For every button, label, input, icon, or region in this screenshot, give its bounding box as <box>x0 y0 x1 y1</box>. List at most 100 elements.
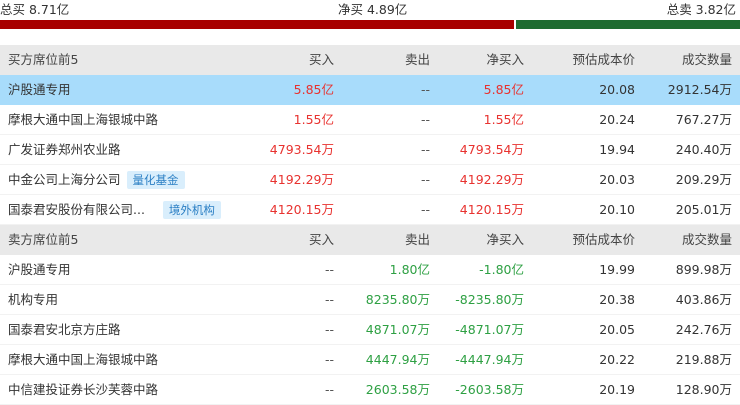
total-buy-label: 总买 8.71亿 <box>0 2 70 17</box>
buy-table-header: 买方席位前5 买入 卖出 净买入 预估成本价 成交数量 <box>0 45 740 75</box>
estimated-cost: 20.08 <box>599 82 635 97</box>
total-sell-label: 总卖 3.82亿 <box>666 2 736 17</box>
sell-amount: -- <box>420 112 430 127</box>
sell-header-name: 卖方席位前5 <box>8 232 79 247</box>
sell-seat-row[interactable]: 摩根大通中国上海银城中路 -- 4447.94万 -4447.94万 20.22 219.… <box>0 345 740 375</box>
trade-volume: 205.01万 <box>675 202 732 217</box>
sell-amount: -- <box>420 202 430 217</box>
net-amount: 4120.15万 <box>459 202 524 217</box>
buy-header-cost: 预估成本价 <box>572 52 635 67</box>
seat-name-cell: 机构专用 <box>8 285 58 315</box>
sell-seats-table: 卖方席位前5 买入 卖出 净买入 预估成本价 成交数量 沪股通专用 -- 1.80亿… <box>0 225 740 405</box>
estimated-cost: 20.05 <box>599 322 635 337</box>
seat-name-cell: 中金公司上海分公司 量化基金 <box>8 165 185 195</box>
sell-amount: -- <box>420 142 430 157</box>
net-amount: -4447.94万 <box>455 352 524 367</box>
seat-name-cell: 摩根大通中国上海银城中路 <box>8 105 158 135</box>
buy-amount: -- <box>324 262 334 277</box>
seat-name-cell: 中信建投证券长沙芙蓉中路 <box>8 375 158 405</box>
sell-amount: 2603.58万 <box>365 382 430 397</box>
net-buy-label: 净买 4.89亿 <box>338 2 408 17</box>
seat-name-cell: 沪股通专用 <box>8 255 71 285</box>
estimated-cost: 20.19 <box>599 382 635 397</box>
sell-seat-row[interactable]: 沪股通专用 -- 1.80亿 -1.80亿 19.99 899.98万 <box>0 255 740 285</box>
trade-volume: 209.29万 <box>675 172 732 187</box>
estimated-cost: 20.03 <box>599 172 635 187</box>
sell-amount: 4447.94万 <box>365 352 430 367</box>
estimated-cost: 20.38 <box>599 292 635 307</box>
buy-seat-row[interactable]: 国泰君安股份有限公司... 境外机构 4120.15万 -- 4120.15万 20.10… <box>0 195 740 225</box>
sell-seat-row[interactable]: 机构专用 -- 8235.80万 -8235.80万 20.38 403.86万 <box>0 285 740 315</box>
seat-name-cell: 沪股通专用 <box>8 75 71 105</box>
trade-volume: 240.40万 <box>675 142 732 157</box>
buy-amount: -- <box>324 352 334 367</box>
seat-name: 沪股通专用 <box>8 82 71 97</box>
sell-amount: 4871.07万 <box>365 322 430 337</box>
buy-amount: 4793.54万 <box>269 142 334 157</box>
sell-seat-row[interactable]: 国泰君安北京方庄路 -- 4871.07万 -4871.07万 20.05 242.76万 <box>0 315 740 345</box>
sell-header-buy: 买入 <box>308 232 334 247</box>
trade-volume: 2912.54万 <box>667 82 732 97</box>
net-amount: -8235.80万 <box>455 292 524 307</box>
seat-name-cell: 国泰君安北京方庄路 <box>8 315 121 345</box>
trade-volume: 899.98万 <box>675 262 732 277</box>
buy-header-net: 净买入 <box>486 52 524 67</box>
seat-name: 摩根大通中国上海银城中路 <box>8 112 159 127</box>
seat-name: 国泰君安北京方庄路 <box>8 322 121 337</box>
buy-header-buy: 买入 <box>308 52 334 67</box>
trade-volume: 128.90万 <box>675 382 732 397</box>
net-amount: 1.55亿 <box>483 112 524 127</box>
buy-seat-row[interactable]: 广发证券郑州农业路 4793.54万 -- 4793.54万 19.94 240.40万 <box>0 135 740 165</box>
buy-amount: -- <box>324 292 334 307</box>
net-amount: 4192.29万 <box>459 172 524 187</box>
net-amount: 5.85亿 <box>483 82 524 97</box>
estimated-cost: 19.94 <box>599 142 635 157</box>
sell-amount: 1.80亿 <box>389 262 430 277</box>
buy-seats-table: 买方席位前5 买入 卖出 净买入 预估成本价 成交数量 沪股通专用 5.85亿 --… <box>0 45 740 225</box>
trade-volume: 242.76万 <box>675 322 732 337</box>
seat-name-cell: 广发证券郑州农业路 <box>8 135 121 165</box>
buy-seat-row[interactable]: 摩根大通中国上海银城中路 1.55亿 -- 1.55亿 20.24 767.27万 <box>0 105 740 135</box>
buy-amount: 4192.29万 <box>269 172 334 187</box>
net-amount: -1.80亿 <box>479 262 524 277</box>
buy-header-name: 买方席位前5 <box>8 52 79 67</box>
seat-type-badge: 量化基金 <box>126 170 185 189</box>
buy-amount: -- <box>324 382 334 397</box>
trade-volume: 767.27万 <box>675 112 732 127</box>
buy-seat-row[interactable]: 中金公司上海分公司 量化基金 4192.29万 -- 4192.29万 20.03 209.… <box>0 165 740 195</box>
estimated-cost: 20.10 <box>599 202 635 217</box>
sell-amount: -- <box>420 82 430 97</box>
buy-seat-row[interactable]: 沪股通专用 5.85亿 -- 5.85亿 20.08 2912.54万 <box>0 75 740 105</box>
trade-volume: 403.86万 <box>675 292 732 307</box>
seat-name: 摩根大通中国上海银城中路 <box>8 352 159 367</box>
trade-volume: 219.88万 <box>675 352 732 367</box>
sell-amount: -- <box>420 172 430 187</box>
buy-sell-ratio-bar <box>0 20 740 29</box>
seat-name: 机构专用 <box>8 292 59 307</box>
seat-name-cell: 摩根大通中国上海银城中路 <box>8 345 158 375</box>
sell-table-header: 卖方席位前5 买入 卖出 净买入 预估成本价 成交数量 <box>0 225 740 255</box>
seat-type-badge: 境外机构 <box>162 200 221 219</box>
buy-amount: 4120.15万 <box>269 202 334 217</box>
buy-amount: 5.85亿 <box>293 82 334 97</box>
estimated-cost: 19.99 <box>599 262 635 277</box>
buy-amount: -- <box>324 322 334 337</box>
net-amount: -2603.58万 <box>455 382 524 397</box>
seat-name: 沪股通专用 <box>8 262 71 277</box>
sell-header-volume: 成交数量 <box>681 232 732 247</box>
seat-name: 广发证券郑州农业路 <box>8 142 121 157</box>
net-amount: -4871.07万 <box>455 322 524 337</box>
seat-name: 中金公司上海分公司 <box>8 172 121 187</box>
sell-share-segment <box>516 20 740 29</box>
buy-share-segment <box>0 20 515 29</box>
sell-seat-row[interactable]: 中信建投证券长沙芙蓉中路 -- 2603.58万 -2603.58万 20.19 128.… <box>0 375 740 405</box>
estimated-cost: 20.24 <box>599 112 635 127</box>
buy-amount: 1.55亿 <box>293 112 334 127</box>
net-amount: 4793.54万 <box>459 142 524 157</box>
sell-header-sell: 卖出 <box>404 232 430 247</box>
buy-header-volume: 成交数量 <box>681 52 732 67</box>
buy-header-sell: 卖出 <box>404 52 430 67</box>
seat-name: 中信建投证券长沙芙蓉中路 <box>8 382 159 397</box>
sell-header-cost: 预估成本价 <box>572 232 635 247</box>
estimated-cost: 20.22 <box>599 352 635 367</box>
